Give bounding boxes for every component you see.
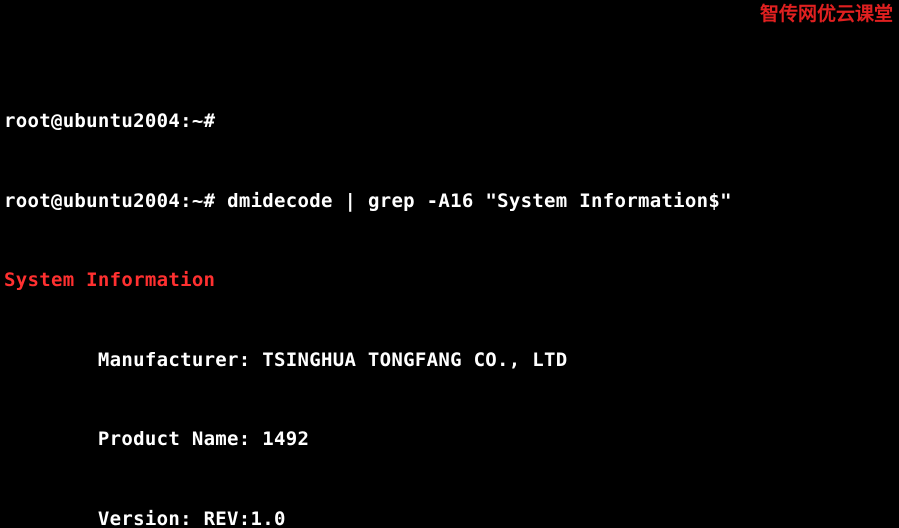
command-line: root@ubuntu2004:~# dmidecode | grep -A16…	[4, 188, 895, 215]
prompt-line-empty-1: root@ubuntu2004:~#	[4, 108, 895, 135]
output-sys-product: Product Name: 1492	[4, 426, 895, 453]
output-sys-version: Version: REV:1.0	[4, 506, 895, 528]
output-sys-manufacturer: Manufacturer: TSINGHUA TONGFANG CO., LTD	[4, 347, 895, 374]
command-text: dmidecode | grep -A16 "System Informatio…	[227, 190, 732, 212]
output-highlight: System Information	[4, 267, 895, 294]
watermark-top: 智传网优云课堂	[760, 2, 893, 29]
terminal-window[interactable]: 智传网优云课堂 root@ubuntu2004:~# root@ubuntu20…	[0, 0, 899, 528]
